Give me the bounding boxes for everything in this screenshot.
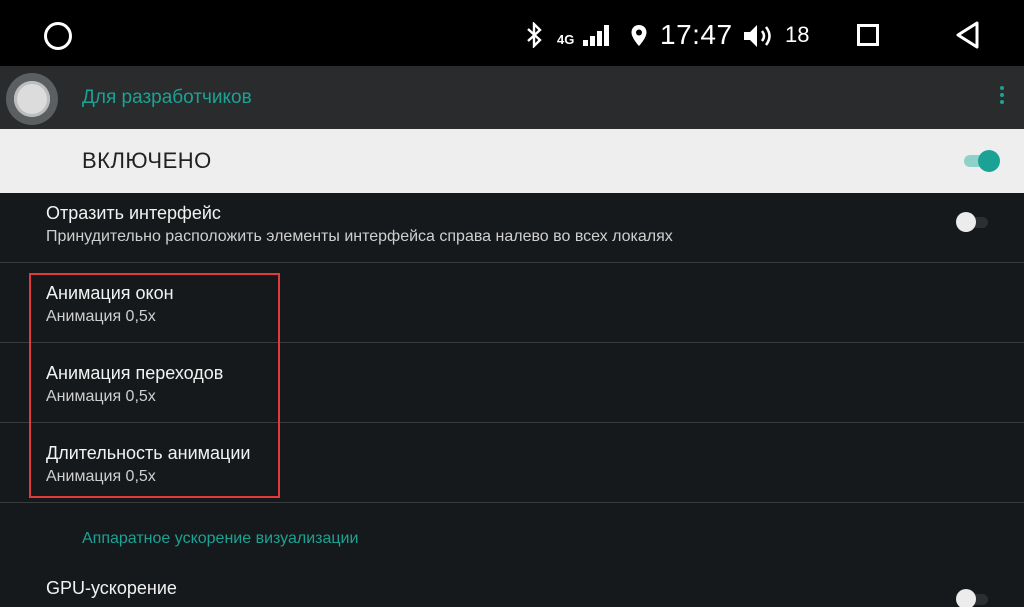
page-title: Для разработчиков [82, 87, 252, 108]
pref-title: GPU-ускорение [46, 578, 177, 598]
mirror-interface-switch[interactable] [956, 211, 990, 233]
master-switch-label: ВКЛЮЧЕНО [82, 148, 212, 173]
volume-icon[interactable] [742, 22, 776, 50]
network-type-label: 4G [557, 32, 575, 47]
bluetooth-icon [527, 22, 542, 48]
overflow-dot-icon [1000, 86, 1004, 90]
signal-icon [583, 25, 609, 46]
action-bar: Для разработчиков [0, 66, 1024, 129]
clock: 17:47 [660, 19, 733, 50]
overflow-menu-button[interactable] [996, 86, 1008, 110]
settings-app-icon[interactable] [6, 73, 58, 125]
switch-thumb [956, 212, 976, 232]
home-button[interactable] [44, 22, 72, 50]
pref-summary: Принудительно расположить элементы интер… [46, 228, 673, 245]
location-icon [631, 25, 647, 46]
pref-mirror-interface[interactable]: Отразить интерфейс Принудительно располо… [0, 193, 1024, 263]
app-icon-inner [14, 81, 50, 117]
pref-title: Отразить интерфейс [46, 203, 221, 223]
status-bar: 4G 17:47 18 [0, 0, 1024, 66]
highlight-box [29, 273, 280, 498]
screen: 4G 17:47 18 Для разработчиков ВКЛЮЧЕНО О… [0, 0, 1024, 607]
recents-button[interactable] [857, 24, 879, 46]
switch-thumb [956, 589, 976, 607]
switch-thumb [978, 150, 1000, 172]
gpu-acceleration-switch[interactable] [956, 588, 990, 607]
overflow-dot-icon [1000, 93, 1004, 97]
overflow-dot-icon [1000, 100, 1004, 104]
master-switch[interactable] [964, 148, 1000, 174]
pref-gpu-acceleration[interactable]: GPU-ускорение [0, 570, 1024, 607]
volume-level: 18 [785, 22, 810, 47]
category-header: Аппаратное ускорение визуализации [82, 530, 359, 547]
master-switch-bar[interactable]: ВКЛЮЧЕНО [0, 129, 1024, 193]
back-button[interactable] [954, 20, 982, 50]
